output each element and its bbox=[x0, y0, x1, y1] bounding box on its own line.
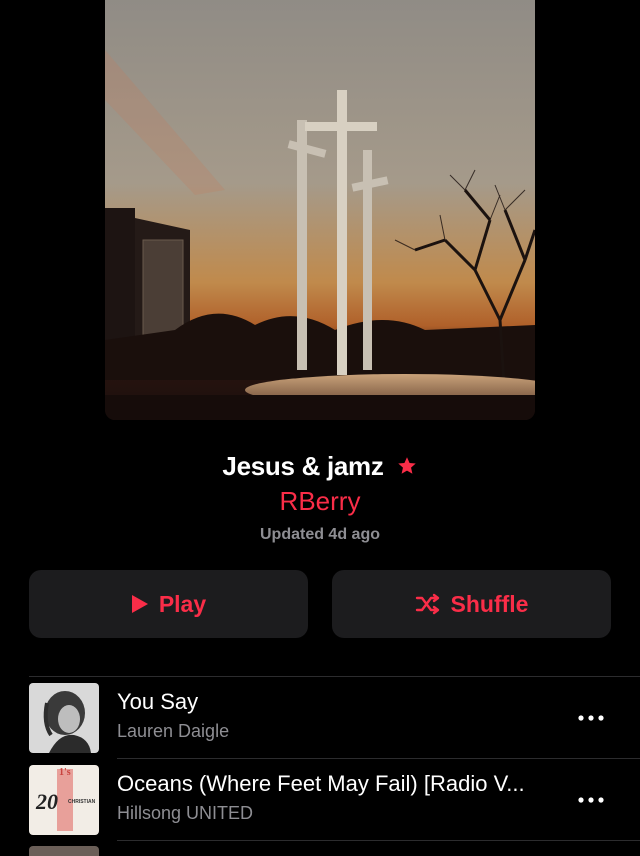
more-options-icon[interactable] bbox=[572, 787, 610, 813]
playlist-title-row: Jesus & jamz bbox=[0, 448, 640, 484]
play-icon bbox=[131, 594, 149, 614]
track-row[interactable]: 1's 20 CHRISTIAN Oceans (Where Feet May … bbox=[0, 759, 640, 841]
play-button-label: Play bbox=[158, 590, 207, 617]
divider bbox=[117, 840, 640, 841]
track-title: Oceans (Where Feet May Fail) [Radio V... bbox=[117, 771, 525, 796]
track-artwork-partial bbox=[29, 846, 99, 856]
playlist-title: Jesus & jamz bbox=[222, 450, 384, 481]
artwork-tag: CHRISTIAN bbox=[68, 799, 96, 805]
shuffle-button-label: Shuffle bbox=[450, 590, 529, 617]
track-title: You Say bbox=[117, 689, 199, 714]
artwork-number: 20 bbox=[36, 789, 58, 814]
artwork-badge: 1's bbox=[59, 767, 71, 778]
more-options-icon[interactable] bbox=[572, 705, 610, 731]
track-artwork bbox=[29, 683, 99, 753]
playlist-updated-text: Updated 4d ago bbox=[259, 526, 380, 543]
playlist-artwork bbox=[105, 0, 535, 420]
favorite-star-icon[interactable] bbox=[396, 455, 418, 477]
shuffle-icon bbox=[415, 593, 441, 615]
track-artist: Lauren Daigle bbox=[117, 721, 230, 741]
track-row[interactable]: You Say Lauren Daigle bbox=[0, 677, 640, 759]
playlist-curator-link[interactable]: RBerry bbox=[0, 486, 640, 517]
track-artwork: 1's 20 CHRISTIAN bbox=[29, 765, 99, 835]
shuffle-button[interactable]: Shuffle bbox=[332, 570, 611, 638]
track-artist: Hillsong UNITED bbox=[117, 803, 254, 823]
play-button[interactable]: Play bbox=[29, 570, 308, 638]
